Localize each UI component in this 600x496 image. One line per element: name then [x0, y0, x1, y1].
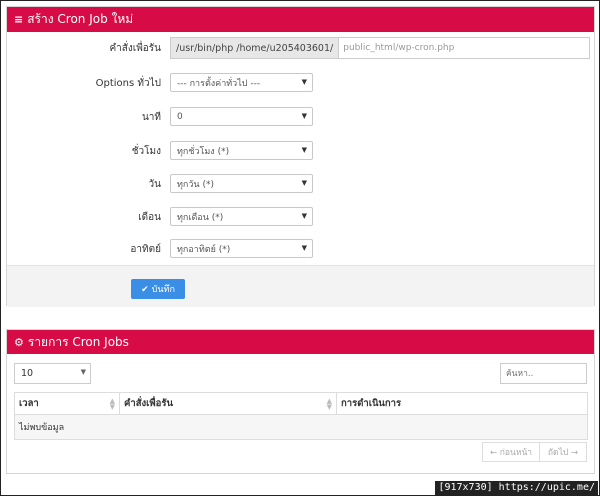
column-header-label: การดำเนินการ [341, 398, 402, 409]
save-button[interactable]: ✔ บันทึก [131, 279, 185, 299]
weekday-label: อาทิตย์ [130, 244, 161, 255]
prev-page-button[interactable]: ← ก่อนหน้า [482, 442, 540, 462]
sort-icon: ▲ ▼ [326, 397, 332, 411]
cron-table: เวลา ▲ ▼ คำสั่งเพื่อรัน ▲ ▼ การดำเนินการ ไ… [14, 392, 588, 440]
column-header-time[interactable]: เวลา ▲ ▼ [14, 392, 120, 415]
day-label: วัน [148, 179, 161, 190]
chevron-down-icon: ▼ [301, 112, 307, 120]
hour-label: ชั่วโมง [131, 146, 161, 157]
day-value: ทุกวัน (*) [177, 179, 214, 190]
command-group: /usr/bin/php /home/u205403601/ [170, 37, 590, 59]
sort-icon: ▲ ▼ [109, 397, 115, 411]
cron-list-panel: ⚙ รายการ Cron Jobs 10 ▼ เวลา ▲▼ คำสั่งเพ… [6, 329, 595, 474]
options-row: Options ทั่วไป --- การตั้งค่าทั่วไป --- … [7, 73, 594, 92]
next-page-button[interactable]: ถัดไป → [540, 442, 587, 462]
cron-list-title: รายการ Cron Jobs [27, 334, 129, 349]
month-value: ทุกเดือน (*) [177, 212, 224, 223]
hour-value: ทุกชั่วโมง (*) [177, 146, 230, 157]
weekday-value: ทุกอาทิตย์ (*) [177, 244, 231, 255]
minute-value: 0 [177, 111, 183, 122]
options-select[interactable]: --- การตั้งค่าทั่วไป --- ▼ [170, 73, 313, 92]
chevron-down-icon: ▼ [301, 179, 307, 187]
command-prefix: /usr/bin/php /home/u205403601/ [170, 37, 340, 59]
list-icon: ≡ [14, 13, 24, 26]
minute-select[interactable]: 0 ▼ [170, 107, 313, 126]
column-header-label: เวลา [19, 398, 39, 409]
month-row: เดือน ทุกเดือน (*) ▼ [7, 207, 594, 226]
command-input[interactable] [339, 37, 590, 59]
minute-row: นาที 0 ▼ [7, 107, 594, 126]
command-label: คำสั่งเพื่อรัน [109, 43, 161, 54]
page-length-value: 10 [21, 368, 34, 379]
screenshot-frame: ≡ สร้าง Cron Job ใหม่ คำสั่งเพื่อรัน /us… [0, 0, 600, 496]
image-caption: [917x730] https://upic.me/ [435, 481, 598, 495]
table-row: ไม่พบข้อมูล [14, 414, 588, 440]
gears-icon: ⚙ [14, 335, 24, 349]
column-header-command[interactable]: คำสั่งเพื่อรัน ▲ ▼ [119, 392, 337, 415]
page-length-select[interactable]: 10 ▼ [14, 363, 91, 384]
day-select[interactable]: ทุกวัน (*) ▼ [170, 174, 313, 193]
create-cron-title: สร้าง Cron Job ใหม่ [27, 12, 134, 26]
weekday-select[interactable]: ทุกอาทิตย์ (*) ▼ [170, 239, 313, 258]
pagination: ← ก่อนหน้า ถัดไป → [482, 442, 587, 462]
empty-table-message: ไม่พบข้อมูล [14, 414, 588, 440]
check-icon: ✔ [141, 283, 149, 294]
cron-list-header: ⚙ รายการ Cron Jobs [7, 330, 594, 354]
column-header-label: คำสั่งเพื่อรัน [124, 398, 173, 409]
save-label: บันทึก [151, 284, 175, 294]
create-cron-panel: ≡ สร้าง Cron Job ใหม่ คำสั่งเพื่อรัน /us… [6, 6, 595, 307]
hour-row: ชั่วโมง ทุกชั่วโมง (*) ▼ [7, 141, 594, 160]
chevron-down-icon: ▼ [301, 78, 307, 86]
chevron-down-icon: ▼ [80, 368, 86, 376]
chevron-down-icon: ▼ [301, 244, 307, 252]
chevron-down-icon: ▼ [301, 146, 307, 154]
create-cron-header: ≡ สร้าง Cron Job ใหม่ [7, 7, 594, 32]
column-header-actions: การดำเนินการ [336, 392, 588, 415]
weekday-row: อาทิตย์ ทุกอาทิตย์ (*) ▼ [7, 239, 594, 258]
month-label: เดือน [138, 212, 161, 223]
search-input[interactable] [500, 363, 587, 384]
options-value: --- การตั้งค่าทั่วไป --- [177, 78, 261, 89]
form-footer: ✔ บันทึก [7, 265, 594, 307]
command-row: คำสั่งเพื่อรัน /usr/bin/php /home/u20540… [7, 37, 594, 59]
minute-label: นาที [141, 112, 161, 123]
hour-select[interactable]: ทุกชั่วโมง (*) ▼ [170, 141, 313, 160]
month-select[interactable]: ทุกเดือน (*) ▼ [170, 207, 313, 226]
day-row: วัน ทุกวัน (*) ▼ [7, 174, 594, 193]
table-header-row: เวลา ▲ ▼ คำสั่งเพื่อรัน ▲ ▼ การดำเนินการ [14, 392, 588, 415]
options-label: Options ทั่วไป [95, 78, 161, 89]
chevron-down-icon: ▼ [301, 212, 307, 220]
